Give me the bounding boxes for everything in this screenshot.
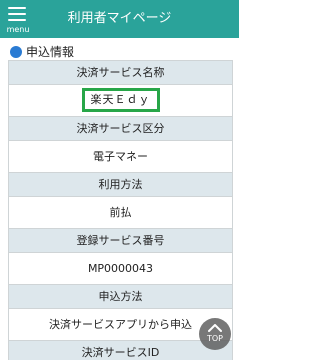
registered-service-number-label: 登録サービス番号 bbox=[9, 228, 232, 252]
payment-service-type-label: 決済サービス区分 bbox=[9, 116, 232, 140]
payment-service-type-value: 電子マネー bbox=[9, 140, 232, 172]
page-title: 利用者マイページ bbox=[67, 11, 172, 26]
payment-service-id-label: 決済サービスID bbox=[9, 340, 232, 360]
top-label: TOP bbox=[206, 334, 223, 343]
registered-service-number-value: MP0000043 bbox=[9, 252, 232, 284]
section-title: 申込情報 bbox=[26, 45, 75, 59]
payment-service-name-label: 決済サービス名称 bbox=[9, 60, 232, 84]
usage-method-label: 利用方法 bbox=[9, 172, 232, 196]
bullet-dot-icon bbox=[10, 46, 22, 58]
application-method-label: 申込方法 bbox=[9, 284, 232, 308]
payment-service-name-value: 楽天Ｅｄｙ bbox=[81, 88, 160, 112]
payment-service-name-row: 楽天Ｅｄｙ bbox=[9, 84, 232, 116]
section-header: 申込情報 bbox=[8, 44, 233, 60]
app-header: menu 利用者マイページ bbox=[0, 0, 239, 38]
application-info-table: 決済サービス名称 楽天Ｅｄｙ 決済サービス区分 電子マネー 利用方法 前払 登録… bbox=[8, 60, 233, 360]
usage-method-value: 前払 bbox=[9, 196, 232, 228]
chevron-up-icon bbox=[208, 324, 222, 332]
scroll-to-top-button[interactable]: TOP bbox=[199, 318, 231, 350]
